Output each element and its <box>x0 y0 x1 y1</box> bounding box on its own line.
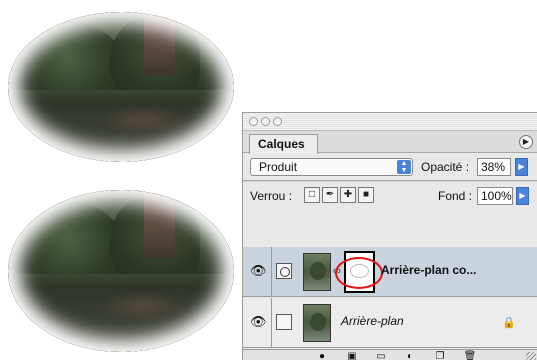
fill-slider-button[interactable]: ▶ <box>516 187 529 205</box>
lock-paint-icon[interactable]: ✒ <box>322 187 338 203</box>
red-highlight-ellipse <box>335 257 383 289</box>
visibility-toggle[interactable]: 👁 <box>243 247 272 297</box>
lock-row: Verrou : □ ✒ ✚ ■ Fond : 100% ▶ <box>243 182 537 209</box>
layer-row-background[interactable]: 👁 Arrière-plan 🔒 <box>243 298 537 348</box>
visibility-toggle[interactable]: 👁 <box>243 298 272 348</box>
new-group-icon[interactable]: ▭ <box>372 351 390 360</box>
select-arrows-icon: ▲ ▼ <box>397 160 411 174</box>
zoom-window-button[interactable] <box>273 117 282 126</box>
lock-all-icon[interactable]: ■ <box>358 187 374 203</box>
eye-icon: 👁 <box>250 263 267 278</box>
minimize-window-button[interactable] <box>261 117 270 126</box>
lock-move-icon[interactable]: ✚ <box>340 187 356 203</box>
tab-layers[interactable]: Calques <box>249 134 318 154</box>
triangle-right-icon: ▶ <box>519 191 526 200</box>
blend-row: Produit ▲ ▼ Opacité : 38% ▶ <box>243 153 537 180</box>
layer-thumbnail[interactable] <box>303 304 331 342</box>
new-layer-icon[interactable]: ❐ <box>431 351 449 360</box>
opacity-slider-button[interactable]: ▶ <box>515 158 528 176</box>
vignette-photo-bottom <box>8 190 234 352</box>
lock-transparency-icon[interactable]: □ <box>304 187 320 203</box>
layer-style-icon[interactable]: ● <box>313 351 331 360</box>
resize-grip[interactable] <box>526 352 536 360</box>
fill-input[interactable]: 100% <box>477 187 513 205</box>
layer-name[interactable]: Arrière-plan <box>341 314 404 328</box>
layer-name[interactable]: Arrière-plan co... <box>381 263 476 277</box>
layer-row-copy[interactable]: 👁 ∞ Arrière-plan co... <box>243 247 537 297</box>
mask-indicator-icon <box>276 263 292 279</box>
palette-bottom-toolbar: ● ▣ ▭ ◐ ❐ 🗑 <box>243 349 537 360</box>
vignette-photo-top <box>8 12 234 162</box>
adjustment-layer-icon[interactable]: ◐ <box>401 351 419 360</box>
layers-palette: Calques ▶ Produit ▲ ▼ Opacité : 38% ▶ Ver… <box>242 112 537 360</box>
close-window-button[interactable] <box>249 117 258 126</box>
triangle-right-icon: ▶ <box>518 162 525 171</box>
eye-icon: 👁 <box>250 314 267 329</box>
trash-icon[interactable]: 🗑 <box>461 351 479 360</box>
opacity-input[interactable]: 38% <box>477 158 511 176</box>
palette-menu-button[interactable]: ▶ <box>519 135 533 149</box>
palette-titlebar <box>243 113 537 131</box>
link-indicator-icon <box>276 314 292 330</box>
blend-mode-value: Produit <box>259 160 298 174</box>
triangle-right-icon: ▶ <box>522 137 530 146</box>
fill-label: Fond : <box>438 189 473 203</box>
lock-label: Verrou : <box>250 189 293 203</box>
lock-icon: 🔒 <box>502 317 516 329</box>
blend-mode-select[interactable]: Produit ▲ ▼ <box>250 158 413 176</box>
palette-tab-row: Calques ▶ <box>243 131 537 154</box>
layer-thumbnail[interactable] <box>303 253 331 291</box>
add-mask-icon[interactable]: ▣ <box>343 351 361 360</box>
opacity-label: Opacité : <box>421 160 470 174</box>
